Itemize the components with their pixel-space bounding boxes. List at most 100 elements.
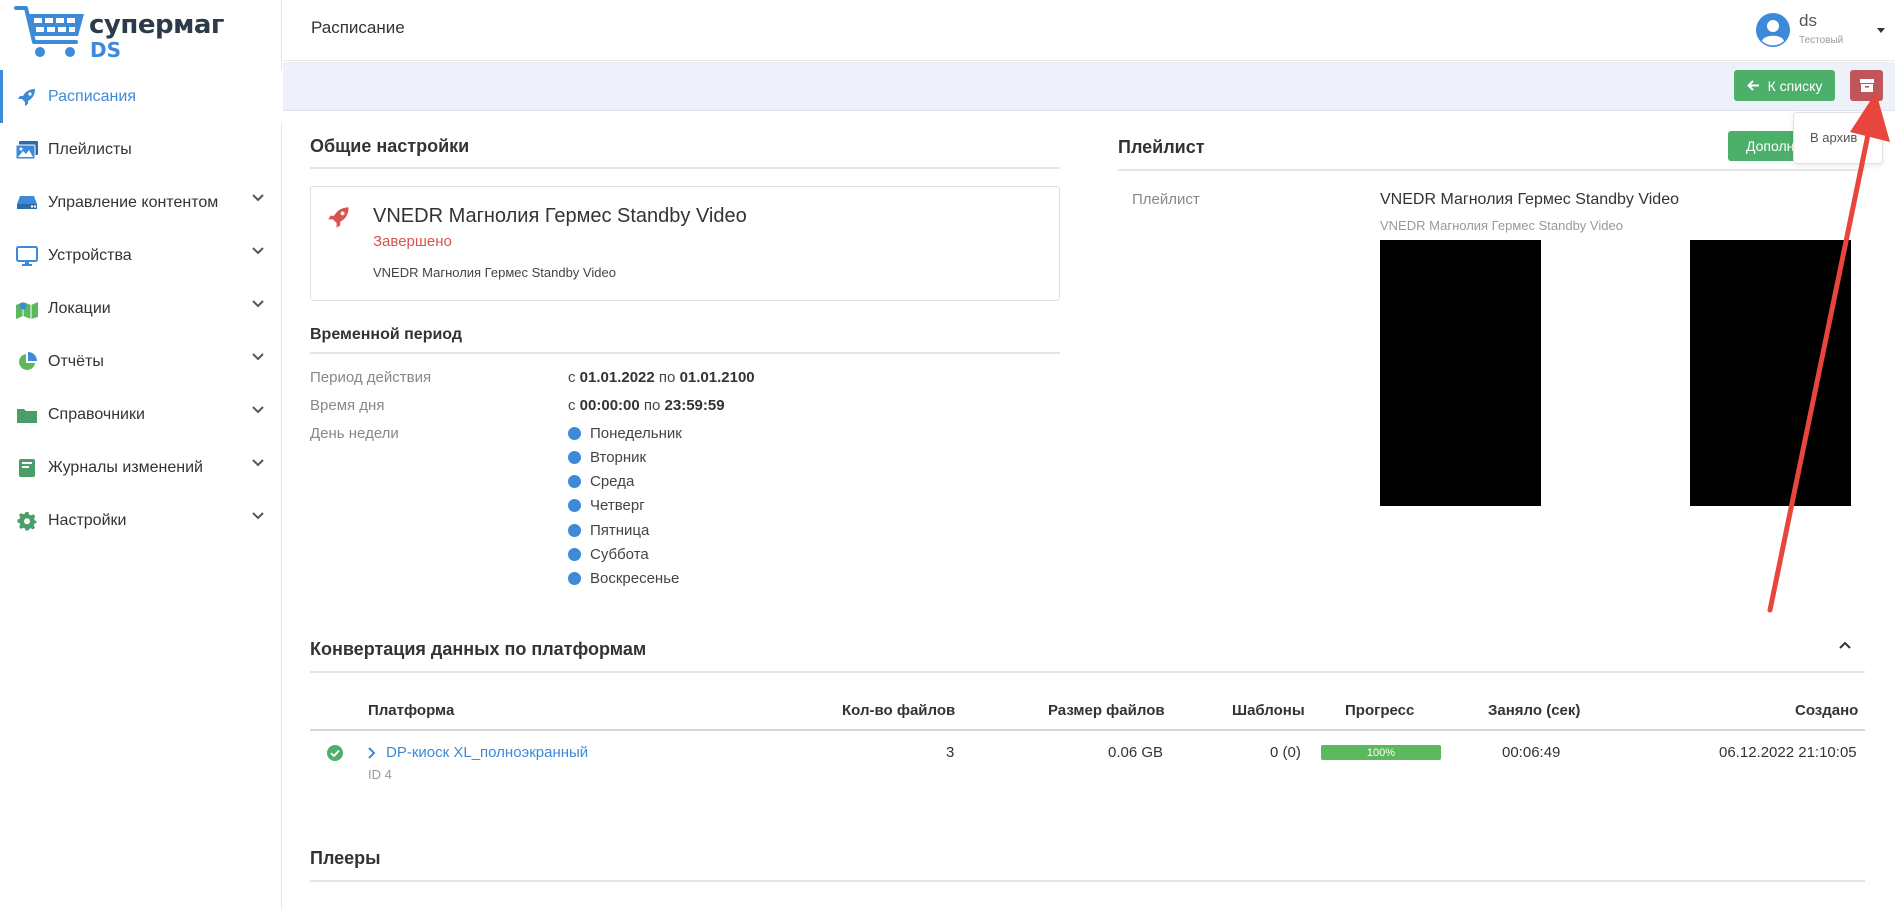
weekday-name: Суббота bbox=[590, 546, 649, 563]
column-header-platform[interactable]: Платформа bbox=[368, 702, 454, 719]
dot-icon bbox=[568, 572, 581, 585]
sidebar-item-settings[interactable]: Настройки bbox=[0, 494, 282, 547]
pie-chart-icon bbox=[14, 351, 40, 373]
prefix-to: по bbox=[658, 369, 676, 386]
dot-icon bbox=[568, 451, 581, 464]
progress-fill: 100% bbox=[1321, 745, 1441, 760]
weekday-name: Воскресенье bbox=[590, 570, 680, 587]
weekday-item: Суббота bbox=[568, 546, 649, 563]
time-of-day-label: Время дня bbox=[310, 397, 385, 414]
dot-icon bbox=[568, 524, 581, 537]
platform-link[interactable]: DP-киоск XL_полноэкранный bbox=[386, 744, 588, 761]
column-header-files[interactable]: Кол-во файлов bbox=[842, 702, 955, 719]
cart-logo-icon bbox=[14, 6, 84, 57]
sidebar-item-label: Журналы изменений bbox=[48, 458, 203, 476]
weekday-item: Четверг bbox=[568, 497, 645, 514]
action-toolbar: К списку bbox=[283, 62, 1895, 111]
weekday-item: Пятница bbox=[568, 522, 649, 539]
sidebar: супермаг DS Расписания Плейлисты Управле… bbox=[0, 0, 282, 909]
schedule-name: VNEDR Магнолия Гермес Standby Video bbox=[373, 205, 747, 227]
players-section-title: Плееры bbox=[310, 848, 381, 868]
sidebar-item-locations[interactable]: Локации bbox=[0, 282, 282, 335]
column-header-created[interactable]: Создано bbox=[1795, 702, 1858, 719]
check-circle-icon bbox=[327, 745, 343, 761]
files-size: 0.06 GB bbox=[1108, 744, 1164, 761]
sidebar-item-schedules[interactable]: Расписания bbox=[0, 70, 282, 123]
rocket-icon bbox=[328, 207, 349, 228]
annotation-arrow bbox=[1767, 92, 1890, 613]
column-header-size[interactable]: Размер файлов bbox=[1048, 702, 1165, 719]
dot-icon bbox=[568, 548, 581, 561]
chevron-down-icon bbox=[252, 459, 264, 467]
weekday-item: Вторник bbox=[568, 449, 646, 466]
conversion-section-title: Конвертация данных по платформам bbox=[310, 639, 647, 659]
chevron-down-icon bbox=[252, 512, 264, 520]
dot-icon bbox=[568, 499, 581, 512]
folder-icon bbox=[14, 404, 40, 426]
chevron-down-icon bbox=[252, 247, 264, 255]
validity-label: Период действия bbox=[310, 369, 432, 386]
templates-count: 0 (0) bbox=[1270, 744, 1301, 761]
playlist-name-link[interactable]: VNEDR Магнолия Гермес Standby Video bbox=[1380, 191, 1679, 209]
chevron-right-icon[interactable] bbox=[368, 747, 376, 759]
user-name: ds bbox=[1799, 11, 1817, 30]
status-badge: Завершено bbox=[373, 233, 452, 250]
playlist-field-label: Плейлист bbox=[1132, 191, 1200, 208]
time-from: 00:00:00 bbox=[579, 397, 640, 414]
column-header-duration[interactable]: Заняло (сек) bbox=[1488, 702, 1580, 719]
sidebar-item-label: Локации bbox=[48, 299, 111, 317]
weekday-label: День недели bbox=[310, 425, 399, 442]
column-header-templates[interactable]: Шаблоны bbox=[1232, 702, 1305, 719]
sidebar-item-reports[interactable]: Отчёты bbox=[0, 335, 282, 388]
sidebar-item-label: Отчёты bbox=[48, 352, 104, 370]
avatar bbox=[1756, 13, 1790, 47]
user-menu[interactable]: ds Тестовый bbox=[1755, 10, 1885, 50]
divider bbox=[310, 671, 1865, 673]
chevron-up-icon[interactable] bbox=[1839, 641, 1851, 649]
sidebar-item-devices[interactable]: Устройства bbox=[0, 229, 282, 282]
progress-bar: 100% bbox=[1321, 745, 1441, 760]
weekday-name: Вторник bbox=[590, 449, 647, 466]
brand-logo[interactable]: супермаг DS bbox=[14, 4, 274, 62]
book-icon bbox=[14, 457, 40, 479]
time-period-title: Временной период bbox=[310, 326, 463, 343]
hdd-icon bbox=[14, 192, 40, 214]
sidebar-item-label: Настройки bbox=[48, 511, 127, 529]
prefix-from: с bbox=[568, 369, 576, 386]
chevron-down-icon bbox=[252, 300, 264, 308]
prefix-to: по bbox=[643, 397, 661, 414]
sidebar-item-label: Справочники bbox=[48, 405, 145, 423]
brand-name: супермаг bbox=[89, 10, 224, 40]
general-settings-title: Общие настройки bbox=[310, 136, 470, 156]
gear-icon bbox=[14, 510, 40, 532]
divider bbox=[310, 167, 1060, 169]
dot-icon bbox=[568, 427, 581, 440]
validity-to: 01.01.2100 bbox=[679, 369, 755, 386]
caret-down-icon bbox=[1877, 28, 1885, 33]
monitor-icon bbox=[14, 245, 40, 267]
sidebar-item-changelogs[interactable]: Журналы изменений bbox=[0, 441, 282, 494]
playlist-preview-thumbnail[interactable] bbox=[1380, 240, 1541, 506]
weekday-name: Четверг bbox=[590, 497, 645, 514]
weekday-item: Воскресенье bbox=[568, 570, 679, 587]
validity-from: 01.01.2022 bbox=[579, 369, 655, 386]
map-icon bbox=[14, 298, 40, 320]
weekday-item: Среда bbox=[568, 473, 634, 490]
platform-id: ID 4 bbox=[368, 767, 392, 782]
sidebar-item-label: Расписания bbox=[48, 87, 136, 105]
column-header-progress[interactable]: Прогресс bbox=[1345, 702, 1414, 719]
images-icon bbox=[14, 139, 40, 161]
created-value: 06.12.2022 21:10:05 bbox=[1719, 744, 1857, 761]
sidebar-item-label: Плейлисты bbox=[48, 140, 132, 158]
schedule-card: VNEDR Магнолия Гермес Standby Video Заве… bbox=[310, 186, 1060, 301]
sidebar-item-playlists[interactable]: Плейлисты bbox=[0, 123, 282, 176]
sidebar-item-content[interactable]: Управление контентом bbox=[0, 176, 282, 229]
divider bbox=[310, 352, 1060, 354]
time-to: 23:59:59 bbox=[664, 397, 725, 414]
weekday-name: Понедельник bbox=[590, 425, 682, 442]
chevron-down-icon bbox=[252, 353, 264, 361]
weekday-name: Среда bbox=[590, 473, 635, 490]
sidebar-item-references[interactable]: Справочники bbox=[0, 388, 282, 441]
playlist-section-title: Плейлист bbox=[1118, 137, 1205, 157]
chevron-down-icon bbox=[252, 406, 264, 414]
